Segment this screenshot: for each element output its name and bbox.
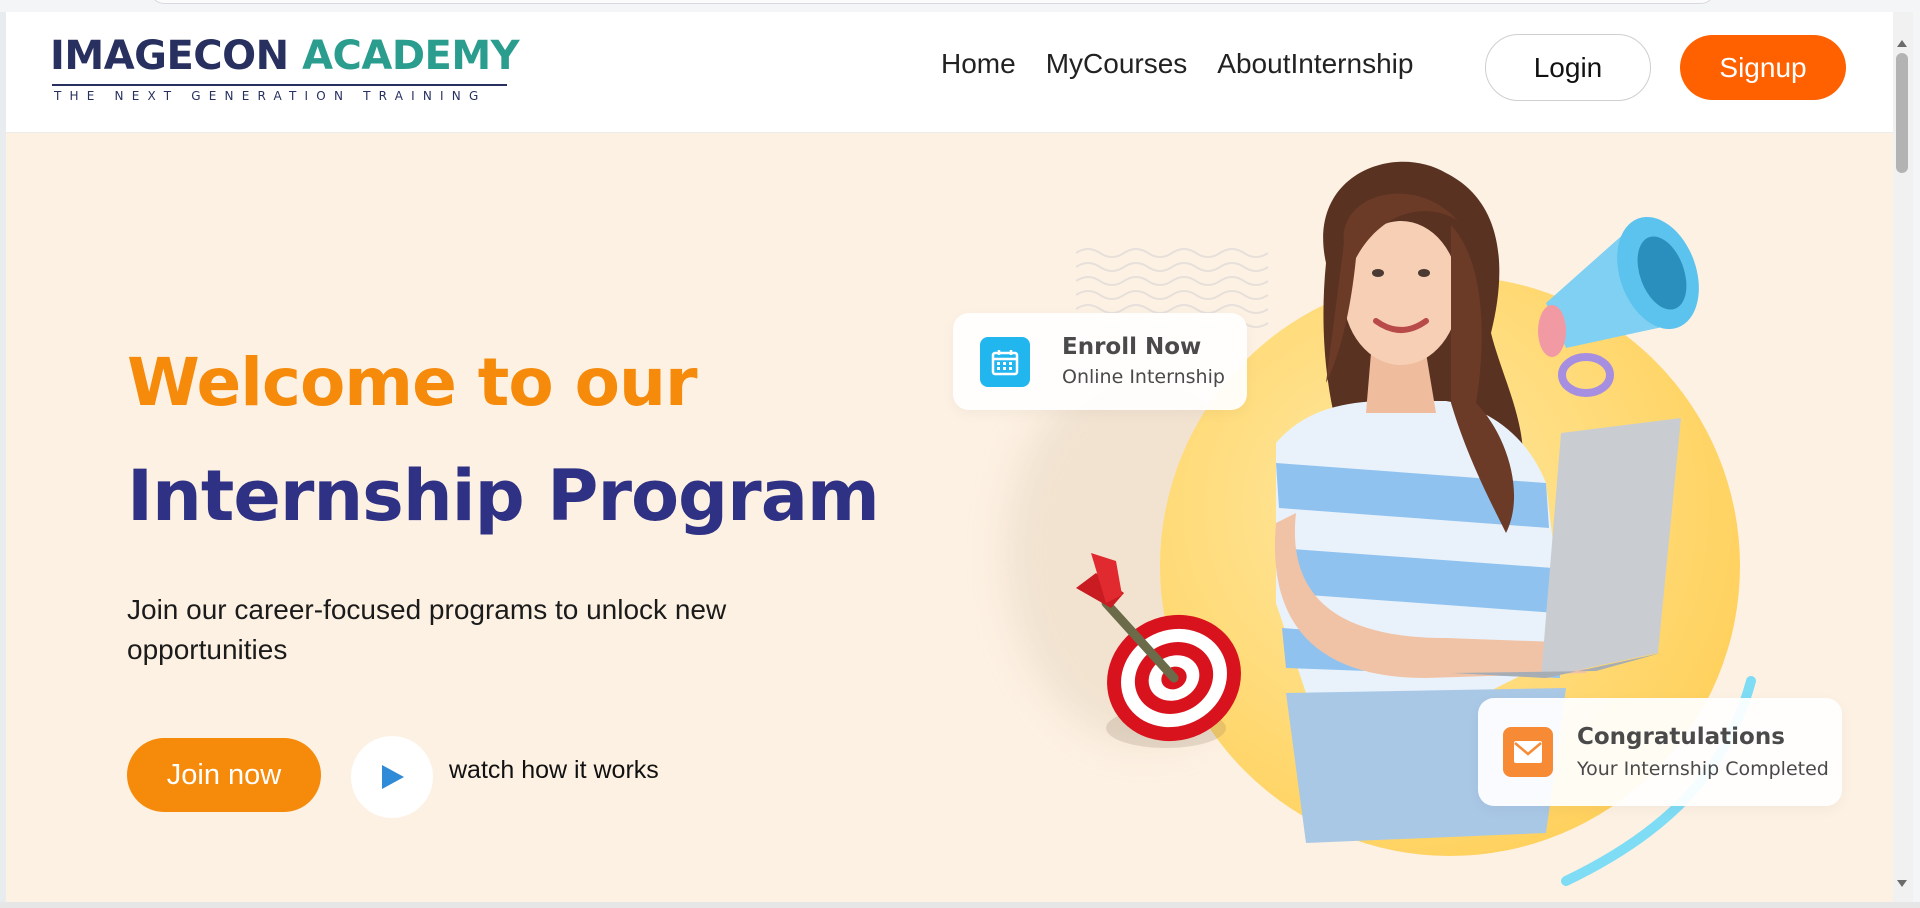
join-now-button[interactable]: Join now <box>127 738 321 812</box>
address-bar-edge <box>150 0 1715 4</box>
congratulations-card: Congratulations Your Internship Complete… <box>1478 698 1842 806</box>
congrats-card-title: Congratulations <box>1577 724 1785 750</box>
megaphone-icon <box>1538 216 1699 397</box>
logo[interactable]: IMAGECON ACADEMY The Next Generation Tra… <box>50 33 520 126</box>
congrats-card-subtitle: Your Internship Completed <box>1577 758 1829 780</box>
scroll-down-arrow-icon[interactable] <box>1897 880 1907 887</box>
signup-button[interactable]: Signup <box>1680 35 1846 100</box>
logo-divider <box>52 84 507 86</box>
nav-item-home[interactable]: Home <box>941 50 1016 78</box>
target-dart-icon <box>1076 553 1241 748</box>
main-nav: Home MyCourses AboutInternship <box>941 50 1413 78</box>
page: IMAGECON ACADEMY The Next Generation Tra… <box>6 12 1893 902</box>
logo-word-academy: ACADEMY <box>302 33 520 79</box>
nav-item-aboutinternship[interactable]: AboutInternship <box>1217 50 1413 78</box>
play-icon <box>382 765 404 789</box>
hero-illustration: Enroll Now Online Internship Congratulat… <box>946 133 1893 902</box>
logo-wordmark: IMAGECON ACADEMY <box>50 33 520 79</box>
enroll-card-subtitle: Online Internship <box>1062 366 1225 388</box>
window-edge-bottom <box>0 902 1920 908</box>
watch-how-it-works-link[interactable]: watch how it works <box>449 756 659 785</box>
scroll-up-arrow-icon[interactable] <box>1897 40 1907 47</box>
hero-title-line2: Internship Program <box>127 455 880 537</box>
enroll-now-card[interactable]: Enroll Now Online Internship <box>953 313 1247 410</box>
enroll-card-title: Enroll Now <box>1062 334 1202 360</box>
site-header: IMAGECON ACADEMY The Next Generation Tra… <box>6 12 1893 133</box>
login-button[interactable]: Login <box>1485 34 1651 101</box>
hero-subtitle: Join our career-focused programs to unlo… <box>127 594 727 665</box>
logo-tagline: The Next Generation Training <box>54 89 487 103</box>
mail-icon <box>1503 727 1553 777</box>
window-edge-right <box>1913 0 1920 908</box>
logo-word-imagecon: IMAGECON <box>50 33 289 79</box>
browser-top-strip <box>0 0 1920 12</box>
nav-item-mycourses[interactable]: MyCourses <box>1046 50 1188 78</box>
hero-title-line1: Welcome to our <box>127 344 698 421</box>
calendar-icon <box>980 337 1030 387</box>
play-video-button[interactable] <box>351 736 433 818</box>
scrollbar-thumb[interactable] <box>1896 53 1908 173</box>
